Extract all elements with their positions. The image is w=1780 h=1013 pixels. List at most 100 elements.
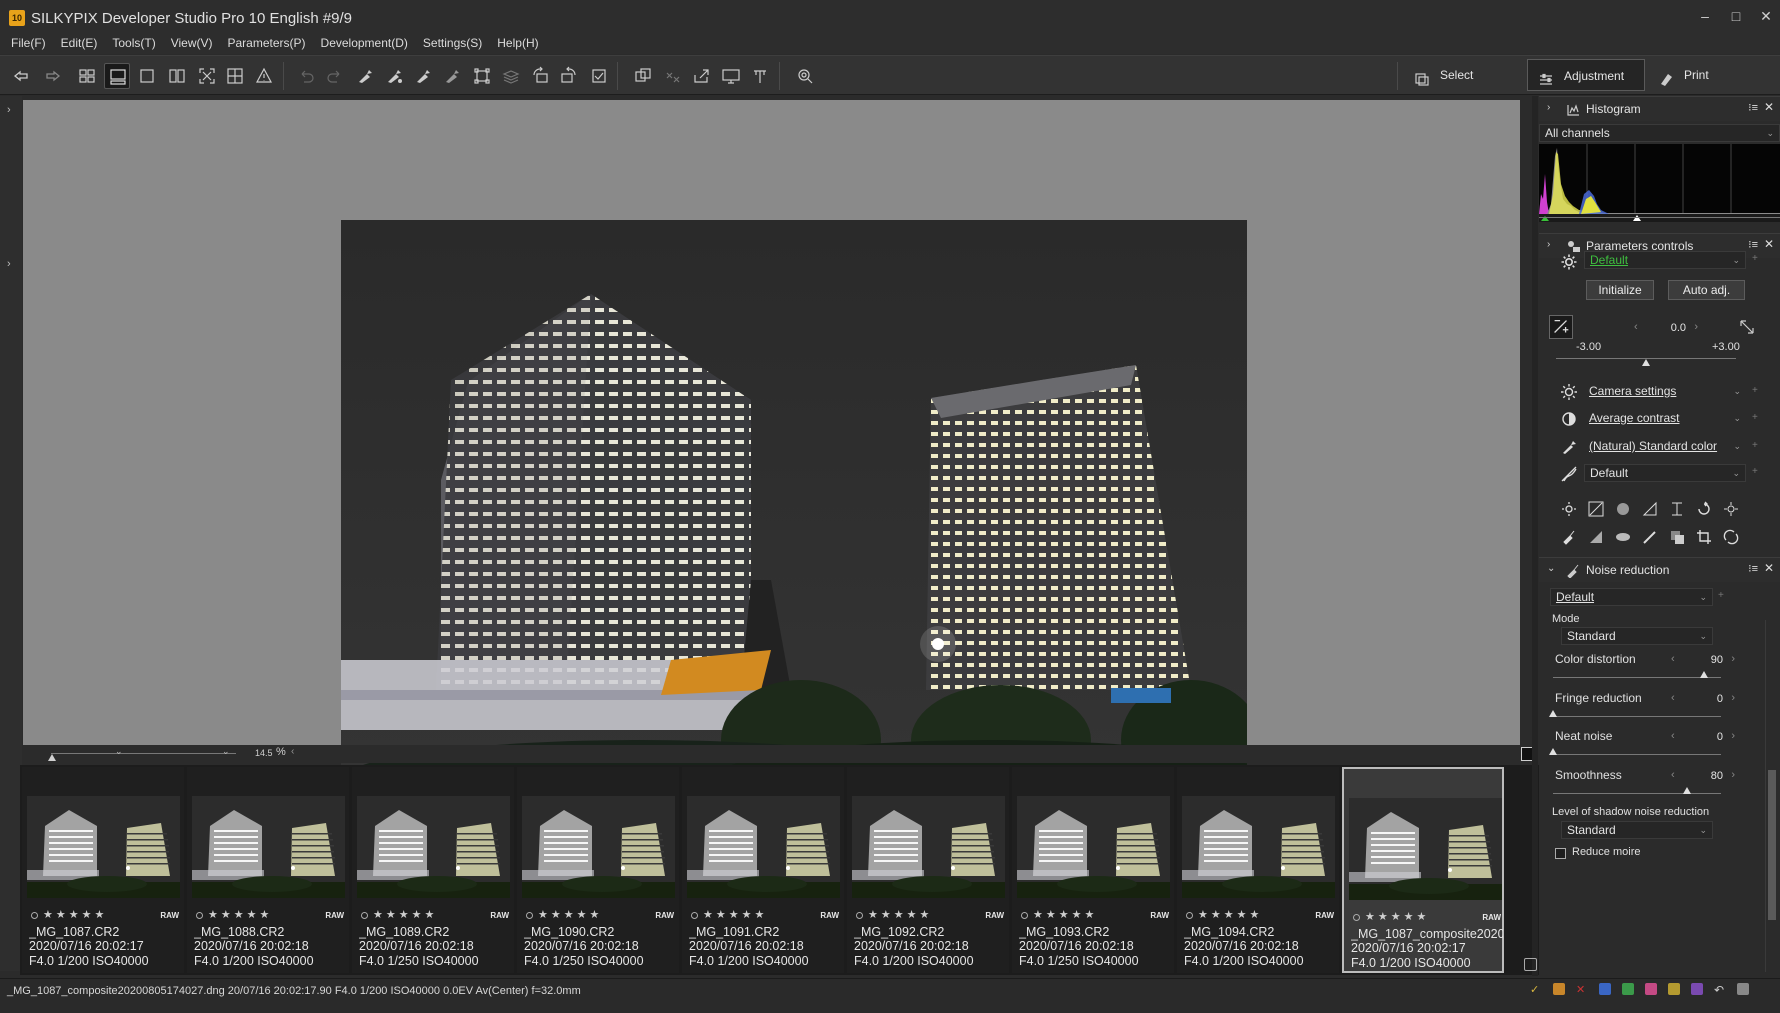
compare-view-icon[interactable] bbox=[164, 63, 190, 89]
rating-stars[interactable]: ★★★★★ bbox=[1365, 910, 1429, 923]
thumbnail-item[interactable]: ★★★★★ RAW _MG_1087.CR2 2020/07/16 20:02:17 F… bbox=[22, 767, 184, 973]
menu-edit[interactable]: Edit(E) bbox=[61, 34, 98, 54]
copy-parameters-icon[interactable] bbox=[352, 63, 378, 89]
smoothness-spinner[interactable]: ‹ 80 › bbox=[1671, 768, 1735, 786]
paste-parameters-icon[interactable] bbox=[381, 63, 407, 89]
menu-settings[interactable]: Settings(S) bbox=[423, 34, 482, 54]
mark-icon[interactable] bbox=[586, 63, 612, 89]
exposure-tool-icon[interactable] bbox=[1560, 500, 1578, 518]
grid-icon[interactable] bbox=[222, 63, 248, 89]
right-panel-scrollbar[interactable] bbox=[1765, 620, 1777, 972]
increment-icon[interactable]: › bbox=[1731, 653, 1735, 665]
panel-close-icon[interactable]: ✕ bbox=[1764, 100, 1774, 114]
thumbnail-item[interactable]: ★★★★★ RAW _MG_1093.CR2 2020/07/16 20:02:18 F… bbox=[1012, 767, 1174, 973]
tone-tool-icon[interactable] bbox=[1587, 500, 1605, 518]
smoothness-slider[interactable] bbox=[1553, 793, 1721, 794]
panel-menu-icon[interactable]: ⁝≡ bbox=[1748, 238, 1758, 251]
mark-circle-icon[interactable] bbox=[691, 912, 698, 919]
thumbnail-item[interactable]: ★★★★★ RAW _MG_1092.CR2 2020/07/16 20:02:18 F… bbox=[847, 767, 1009, 973]
rating-stars[interactable]: ★★★★★ bbox=[703, 908, 767, 921]
increment-icon[interactable]: › bbox=[1731, 769, 1735, 781]
undo-icon[interactable] bbox=[293, 63, 319, 89]
folder-icon[interactable] bbox=[1553, 983, 1565, 995]
panel-splitter[interactable] bbox=[1532, 96, 1538, 976]
rating-stars[interactable]: ★★★★★ bbox=[43, 908, 107, 921]
previous-image-icon[interactable] bbox=[8, 63, 34, 89]
transform-icon[interactable] bbox=[469, 63, 495, 89]
noise-reduction-header[interactable]: ⌄ Noise reduction ⁝≡ ✕ bbox=[1539, 557, 1780, 582]
minimize-button[interactable]: – bbox=[1692, 6, 1718, 26]
mark-circle-icon[interactable] bbox=[196, 912, 203, 919]
add-preset-icon[interactable]: + bbox=[1752, 385, 1758, 396]
menu-view[interactable]: View(V) bbox=[171, 34, 213, 54]
menu-development[interactable]: Development(D) bbox=[321, 34, 408, 54]
noise-tool-icon[interactable] bbox=[1560, 528, 1578, 546]
gradient-tool-icon[interactable] bbox=[1587, 528, 1605, 546]
fine-color-tool-icon[interactable] bbox=[1722, 500, 1740, 518]
pin-icon[interactable] bbox=[747, 63, 773, 89]
rotation-tool-icon[interactable] bbox=[1695, 500, 1713, 518]
contrast-select[interactable]: Average contrast ⌄ bbox=[1584, 410, 1746, 428]
exposure-bias-icon[interactable] bbox=[1549, 315, 1573, 339]
increment-icon[interactable]: › bbox=[1731, 692, 1735, 704]
batch-develop-icon[interactable] bbox=[660, 63, 686, 89]
redo-icon[interactable] bbox=[322, 63, 348, 89]
decrement-icon[interactable]: ‹ bbox=[1634, 321, 1638, 333]
rating-stars[interactable]: ★★★★★ bbox=[1033, 908, 1097, 921]
thumbnail-item[interactable]: ★★★★★ RAW _MG_1091.CR2 2020/07/16 20:02:18 F… bbox=[682, 767, 844, 973]
panel-close-icon[interactable]: ✕ bbox=[1764, 561, 1774, 575]
rating-stars[interactable]: ★★★★★ bbox=[868, 908, 932, 921]
neat-noise-slider[interactable] bbox=[1553, 754, 1721, 755]
increment-icon[interactable]: › bbox=[1694, 321, 1698, 333]
menu-tools[interactable]: Tools(T) bbox=[112, 34, 155, 54]
tag-parameters-icon[interactable] bbox=[410, 63, 436, 89]
thumbnail-item[interactable]: ★★★★★ RAW _MG_1089.CR2 2020/07/16 20:02:18 F… bbox=[352, 767, 514, 973]
thumbnail-item[interactable]: ★★★★★ RAW _MG_1094.CR2 2020/07/16 20:02:18 F… bbox=[1177, 767, 1339, 973]
pink-label-icon[interactable] bbox=[1645, 983, 1657, 995]
mark-circle-icon[interactable] bbox=[1021, 912, 1028, 919]
maximize-button[interactable]: □ bbox=[1723, 6, 1749, 26]
apply-tagged-icon[interactable] bbox=[439, 63, 465, 89]
sphere-tool-icon[interactable] bbox=[1614, 500, 1632, 518]
noise-mode-select[interactable]: Standard ⌄ bbox=[1561, 627, 1713, 645]
rating-stars[interactable]: ★★★★★ bbox=[538, 908, 602, 921]
mark-circle-icon[interactable] bbox=[526, 912, 533, 919]
reject-icon[interactable]: ✕ bbox=[1576, 983, 1588, 996]
color-select[interactable]: (Natural) Standard color ⌄ bbox=[1584, 438, 1746, 456]
check-mark-icon[interactable]: ✓ bbox=[1530, 983, 1542, 996]
crop-tool-icon[interactable] bbox=[1695, 528, 1713, 546]
spot-tool-icon[interactable] bbox=[1722, 528, 1740, 546]
decrement-icon[interactable]: ‹ bbox=[1671, 692, 1675, 704]
scrollbar-thumb[interactable] bbox=[1768, 770, 1776, 920]
add-preset-icon[interactable]: + bbox=[1752, 253, 1758, 264]
neat-noise-slider-handle[interactable] bbox=[1549, 748, 1557, 755]
warning-icon[interactable] bbox=[251, 63, 277, 89]
next-image-icon[interactable] bbox=[40, 63, 66, 89]
panel-menu-icon[interactable]: ⁝≡ bbox=[1748, 562, 1758, 575]
thumbnail-item[interactable]: ★★★★★ RAW _MG_1090.CR2 2020/07/16 20:02:18 F… bbox=[517, 767, 679, 973]
reduce-moire-checkbox[interactable] bbox=[1555, 848, 1566, 859]
histogram-header[interactable]: › Histogram ⁝≡ ✕ bbox=[1539, 96, 1780, 121]
expand-left-panel-2-icon[interactable]: › bbox=[7, 258, 11, 270]
white-balance-select[interactable]: Camera settings ⌄ bbox=[1584, 383, 1746, 401]
parameter-preset-select[interactable]: Default ⌄ bbox=[1584, 251, 1746, 269]
mark-circle-icon[interactable] bbox=[1353, 914, 1360, 921]
sharpness-tool-icon[interactable] bbox=[1641, 500, 1659, 518]
fringe-reduction-slider[interactable] bbox=[1553, 716, 1721, 717]
tone-curve-select[interactable]: Default ⌄ bbox=[1584, 464, 1746, 482]
thumbnail-item[interactable]: ★★★★★ RAW _MG_1087_composite2020 2020/07/16… bbox=[1342, 767, 1504, 973]
partial-correction-tool-icon[interactable] bbox=[1668, 528, 1686, 546]
thumbnail-item[interactable]: ★★★★★ RAW _MG_1088.CR2 2020/07/16 20:02:18 F… bbox=[187, 767, 349, 973]
loupe-icon[interactable] bbox=[792, 63, 818, 89]
auto-adjust-button[interactable]: Auto adj. bbox=[1668, 280, 1745, 300]
noise-preset-select[interactable]: Default ⌄ bbox=[1550, 588, 1713, 606]
thumbnail-view-icon[interactable] bbox=[74, 63, 100, 89]
decrement-icon[interactable]: ‹ bbox=[1671, 730, 1675, 742]
monitor-icon[interactable] bbox=[718, 63, 744, 89]
close-button[interactable]: ✕ bbox=[1753, 6, 1779, 26]
mark-circle-icon[interactable] bbox=[1186, 912, 1193, 919]
initialize-button[interactable]: Initialize bbox=[1586, 280, 1654, 300]
preview-thumbnail-view-icon[interactable] bbox=[104, 63, 130, 89]
rotate-right-icon[interactable] bbox=[556, 63, 582, 89]
fringe-reduction-spinner[interactable]: ‹ 0 › bbox=[1671, 691, 1735, 709]
